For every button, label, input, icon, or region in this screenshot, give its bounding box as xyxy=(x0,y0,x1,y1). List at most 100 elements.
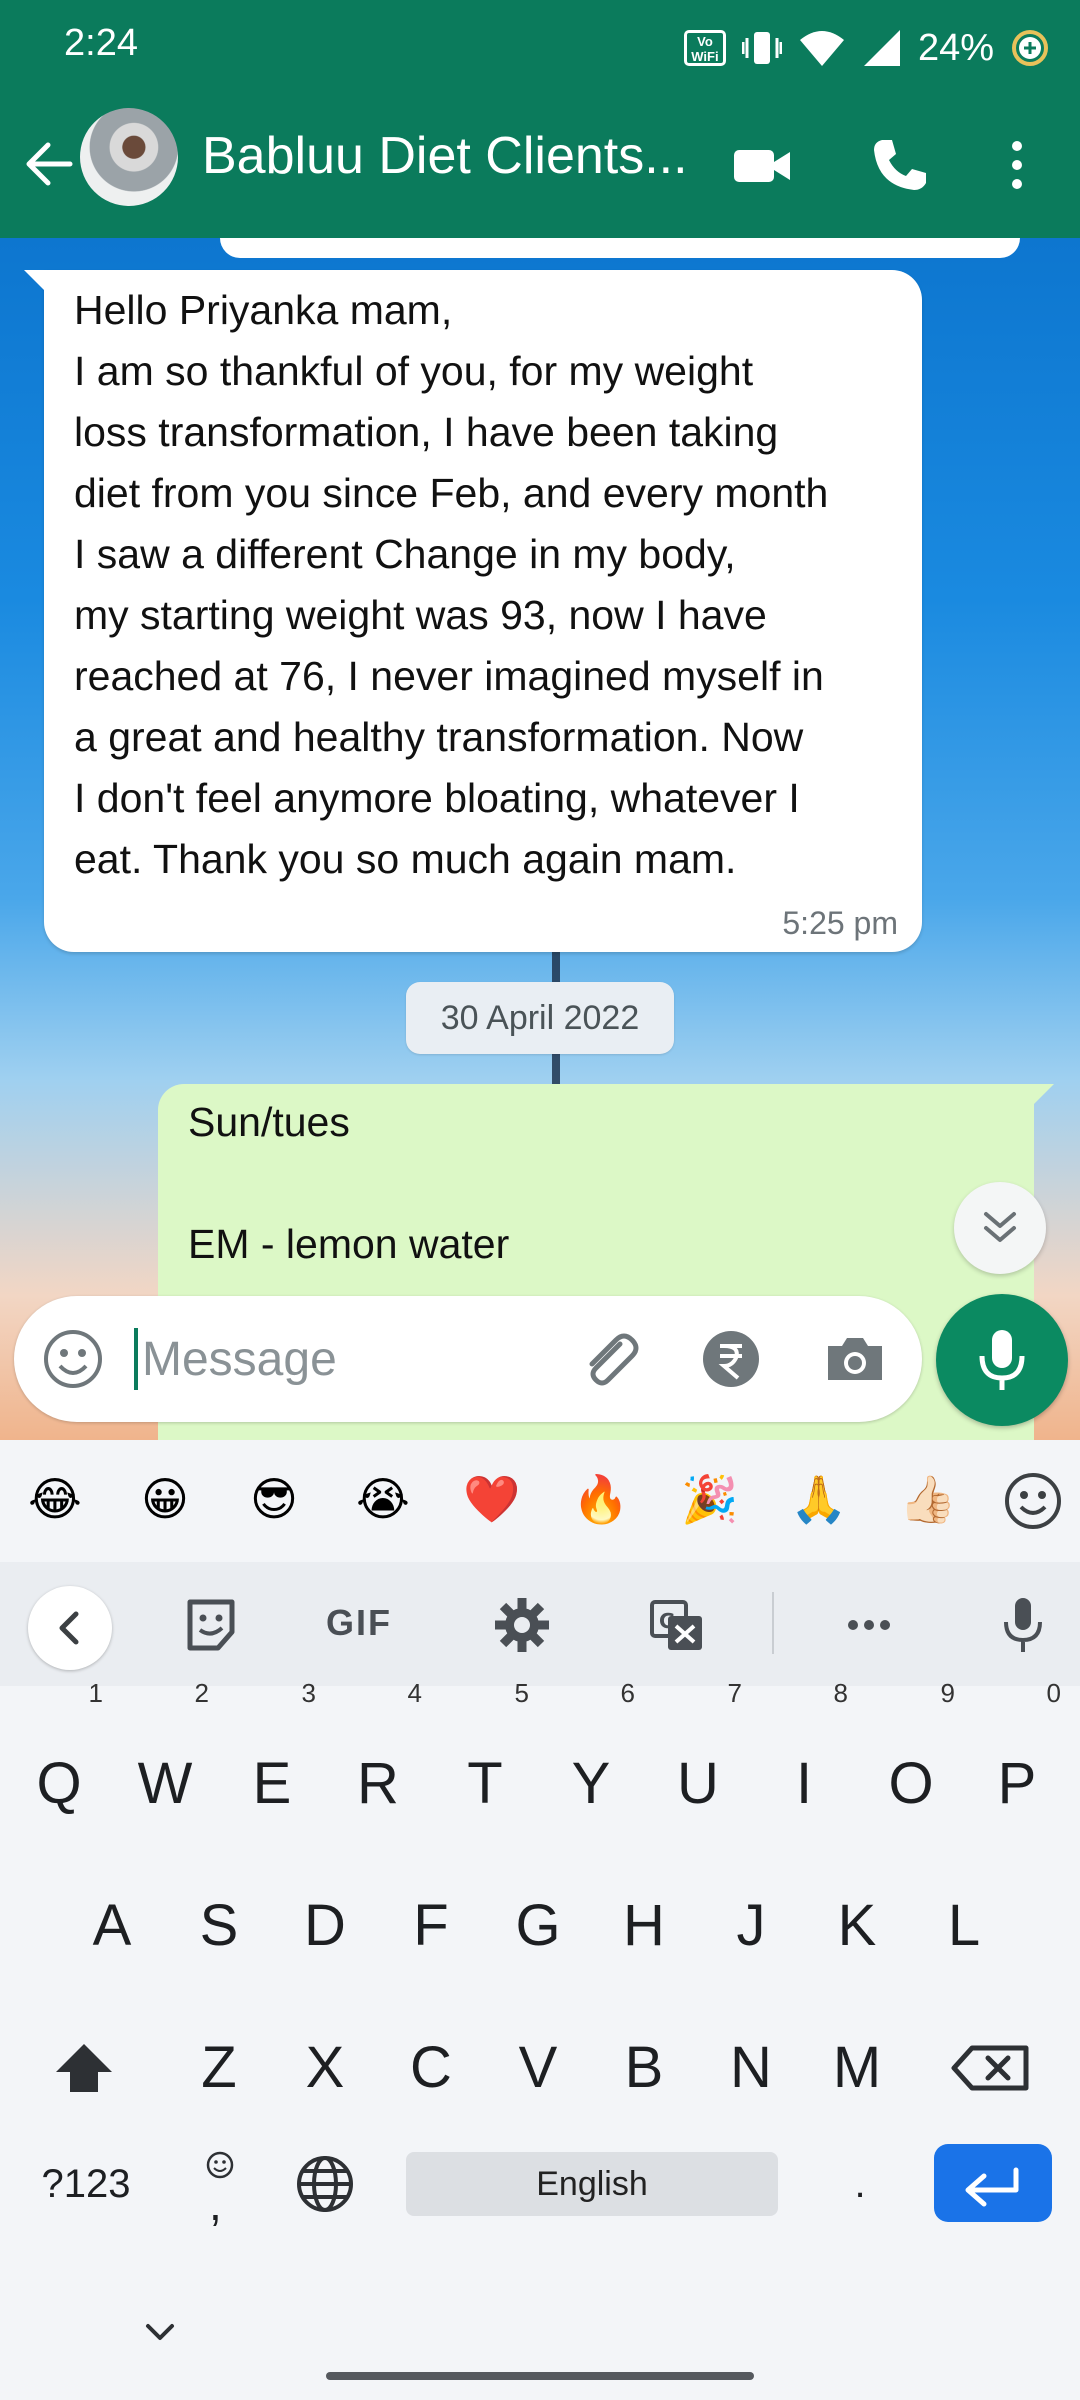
svg-text:G: G xyxy=(659,1609,675,1633)
key-hint: 0 xyxy=(1046,1678,1061,1708)
vowifi-icon: Vo WiFi xyxy=(683,30,726,66)
keyboard-collapse-chevron-icon[interactable] xyxy=(136,2312,184,2352)
key-o[interactable]: O9 xyxy=(863,1680,959,1844)
space-key[interactable]: English xyxy=(406,2152,778,2216)
emoji-suggestion[interactable]: 🙏 xyxy=(779,1464,859,1534)
shift-key[interactable] xyxy=(36,2008,132,2128)
incoming-message-bubble[interactable]: Hello Priyanka mam, I am so thankful of … xyxy=(24,270,922,952)
key-hint: 7 xyxy=(727,1678,742,1708)
battery-percent: 24% xyxy=(917,26,994,69)
keyboard-keys: Q1 W2 E3 R4 T5 Y6 U7 I8 O9 P0 A S D F G … xyxy=(0,1680,1080,2400)
toolbar-back-button[interactable] xyxy=(28,1586,112,1670)
back-arrow-icon[interactable] xyxy=(18,132,82,196)
toolbar-divider xyxy=(772,1592,774,1654)
key-hint: 4 xyxy=(407,1678,422,1708)
voice-record-button[interactable] xyxy=(936,1294,1068,1426)
previous-message-bubble[interactable] xyxy=(220,238,1020,258)
status-time: 2:24 xyxy=(64,22,138,64)
key-hint: 1 xyxy=(88,1678,103,1708)
attach-paperclip-icon[interactable] xyxy=(574,1324,644,1394)
shift-arrow-icon xyxy=(56,2044,112,2092)
emoji-suggestion[interactable]: 😎 xyxy=(234,1464,314,1534)
key-b[interactable]: B xyxy=(596,2008,692,2128)
key-hint: 5 xyxy=(514,1678,529,1708)
globe-icon xyxy=(297,2156,353,2212)
key-x[interactable]: X xyxy=(277,2008,373,2128)
key-h[interactable]: H xyxy=(596,1866,692,1986)
comma-label: , xyxy=(209,2178,222,2230)
key-label: U xyxy=(677,1751,719,1816)
signal-icon xyxy=(863,30,900,66)
key-n[interactable]: N xyxy=(703,2008,799,2128)
key-w[interactable]: W2 xyxy=(117,1680,213,1844)
phone-call-icon[interactable] xyxy=(864,130,934,200)
wifi-icon xyxy=(799,31,844,66)
key-hint: 3 xyxy=(301,1678,316,1708)
key-q[interactable]: Q1 xyxy=(11,1680,107,1844)
emoji-suggestion[interactable]: 🎉 xyxy=(670,1464,750,1534)
message-input[interactable] xyxy=(136,1322,542,1396)
key-e[interactable]: E3 xyxy=(224,1680,320,1844)
backspace-icon xyxy=(951,2045,1029,2091)
emoji-suggestion-row: 😂 😀 😎 😭 ❤️ 🔥 🎉 🙏 👍🏻 xyxy=(0,1440,1080,1564)
avatar[interactable] xyxy=(80,108,178,206)
emoji-suggestion[interactable]: 🔥 xyxy=(561,1464,641,1534)
key-a[interactable]: A xyxy=(64,1866,160,1986)
payment-rupee-icon[interactable] xyxy=(696,1324,766,1394)
more-options-icon[interactable] xyxy=(982,130,1052,200)
key-hint: 6 xyxy=(620,1678,635,1708)
emoji-suggestion[interactable]: 👍🏻 xyxy=(888,1464,968,1534)
status-bar: 2:24 Vo WiFi 24% xyxy=(0,0,1080,96)
date-separator: 30 April 2022 xyxy=(406,982,674,1054)
key-g[interactable]: G xyxy=(490,1866,586,1986)
key-u[interactable]: U7 xyxy=(650,1680,746,1844)
language-key[interactable] xyxy=(277,2124,373,2244)
key-y[interactable]: Y6 xyxy=(543,1680,639,1844)
key-m[interactable]: M xyxy=(809,2008,905,2128)
key-j[interactable]: J xyxy=(703,1866,799,1986)
key-t[interactable]: T5 xyxy=(437,1680,533,1844)
home-gesture-bar[interactable] xyxy=(326,2372,754,2380)
symbols-key[interactable]: ?123 xyxy=(36,2124,136,2244)
key-label: W xyxy=(137,1751,193,1816)
key-label: I xyxy=(795,1751,813,1816)
key-z[interactable]: Z xyxy=(171,2008,267,2128)
camera-icon[interactable] xyxy=(820,1324,890,1394)
incoming-message-text: Hello Priyanka mam, I am so thankful of … xyxy=(74,287,829,882)
key-i[interactable]: I8 xyxy=(756,1680,852,1844)
key-s[interactable]: S xyxy=(171,1866,267,1986)
translate-icon[interactable]: G xyxy=(642,1590,712,1660)
emoji-suggestion[interactable]: 😂 xyxy=(15,1464,95,1534)
more-horizontal-icon[interactable] xyxy=(834,1590,904,1660)
emoji-icon[interactable] xyxy=(40,1326,106,1392)
emoji-suggestion[interactable]: ❤️ xyxy=(452,1464,532,1534)
voice-typing-mic-icon[interactable] xyxy=(988,1590,1058,1660)
key-p[interactable]: P0 xyxy=(969,1680,1065,1844)
key-d[interactable]: D xyxy=(277,1866,373,1986)
emoji-suggestion[interactable]: 😀 xyxy=(125,1464,205,1534)
vibrate-icon xyxy=(741,32,782,64)
backspace-key[interactable] xyxy=(944,2008,1040,2128)
sticker-icon[interactable] xyxy=(176,1590,246,1660)
key-c[interactable]: C xyxy=(383,2008,479,2128)
chat-area[interactable]: Hello Priyanka mam, I am so thankful of … xyxy=(0,238,1080,1440)
emoji-suggestion[interactable]: 😭 xyxy=(343,1464,423,1534)
settings-gear-icon[interactable] xyxy=(487,1590,557,1660)
key-f[interactable]: F xyxy=(383,1866,479,1986)
comma-emoji-key[interactable]: , xyxy=(171,2124,267,2244)
enter-key[interactable] xyxy=(934,2144,1052,2222)
video-call-icon[interactable] xyxy=(728,130,798,200)
microphone-icon xyxy=(979,1330,1025,1390)
key-v[interactable]: V xyxy=(490,2008,586,2128)
gif-button[interactable]: GIF xyxy=(326,1602,392,1644)
scroll-to-bottom-button[interactable] xyxy=(954,1182,1046,1274)
period-key[interactable]: . xyxy=(812,2124,908,2244)
key-r[interactable]: R4 xyxy=(330,1680,426,1844)
key-label: E xyxy=(252,1751,292,1816)
key-l[interactable]: L xyxy=(916,1866,1012,1986)
chat-title[interactable]: Babluu Diet Clients... xyxy=(202,126,688,186)
key-k[interactable]: K xyxy=(809,1866,905,1986)
message-composer xyxy=(14,1296,922,1422)
emoji-keyboard-icon[interactable] xyxy=(998,1466,1068,1536)
key-label: R xyxy=(357,1751,399,1816)
